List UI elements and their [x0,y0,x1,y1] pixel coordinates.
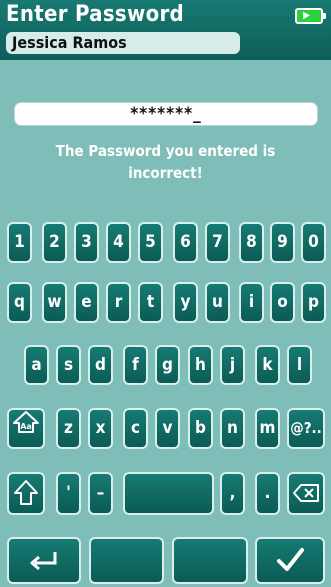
key-9[interactable]: 9 [270,222,295,263]
key-apostrophe[interactable]: ' [56,472,81,515]
key-q[interactable]: q [7,282,32,323]
error-line-1: The Password you entered is [55,142,276,160]
key-x[interactable]: x [88,408,113,449]
header-bar: Enter Password ▶ Jessica Ramos [0,0,331,60]
key-0[interactable]: 0 [301,222,326,263]
battery-charging-icon: ▶ [295,8,326,24]
key-4[interactable]: 4 [106,222,131,263]
key-s[interactable]: s [56,345,81,385]
backspace-icon [289,483,323,503]
key-e[interactable]: e [74,282,99,323]
symbols-key[interactable]: @?.. [287,408,325,449]
confirm-button[interactable] [255,537,325,584]
key-dash[interactable]: – [88,472,113,515]
key-p[interactable]: p [301,282,326,323]
key-2[interactable]: 2 [42,222,67,263]
key-c[interactable]: c [123,408,148,449]
key-7[interactable]: 7 [205,222,230,263]
key-j[interactable]: j [220,345,245,385]
page-title: Enter Password [6,2,185,27]
key-b[interactable]: b [188,408,213,449]
blank-key-2[interactable] [172,537,248,584]
key-r[interactable]: r [106,282,131,323]
username-display: Jessica Ramos [6,32,240,54]
key-g[interactable]: g [155,345,180,385]
key-period[interactable]: . [255,472,280,515]
svg-text:Aa: Aa [20,422,32,431]
key-6[interactable]: 6 [173,222,198,263]
blank-key-1[interactable] [89,537,164,584]
key-u[interactable]: u [205,282,230,323]
key-h[interactable]: h [188,345,213,385]
key-5[interactable]: 5 [138,222,163,263]
case-toggle-button[interactable]: Aa [7,408,45,449]
key-i[interactable]: i [239,282,264,323]
key-l[interactable]: l [287,345,312,385]
key-comma[interactable]: , [220,472,245,515]
key-y[interactable]: y [173,282,198,323]
shift-button[interactable] [7,472,45,515]
password-input[interactable]: *******_ [14,102,318,126]
enter-button[interactable] [7,537,81,584]
key-w[interactable]: w [42,282,67,323]
space-key[interactable] [123,472,214,515]
key-1[interactable]: 1 [7,222,32,263]
key-t[interactable]: t [138,282,163,323]
key-m[interactable]: m [255,408,280,449]
key-8[interactable]: 8 [239,222,264,263]
backspace-button[interactable] [287,472,325,515]
key-f[interactable]: f [123,345,148,385]
key-k[interactable]: k [255,345,280,385]
case-toggle-icon: Aa [9,410,43,436]
checkmark-icon [257,547,323,573]
key-o[interactable]: o [270,282,295,323]
key-3[interactable]: 3 [74,222,99,263]
shift-arrow-icon [9,479,43,507]
key-d[interactable]: d [88,345,113,385]
key-z[interactable]: z [56,408,81,449]
key-n[interactable]: n [220,408,245,449]
error-line-2: incorrect! [128,164,203,182]
key-v[interactable]: v [155,408,180,449]
error-message: The Password you entered is incorrect! [0,140,331,184]
enter-arrow-icon [9,549,79,573]
key-a[interactable]: a [24,345,49,385]
